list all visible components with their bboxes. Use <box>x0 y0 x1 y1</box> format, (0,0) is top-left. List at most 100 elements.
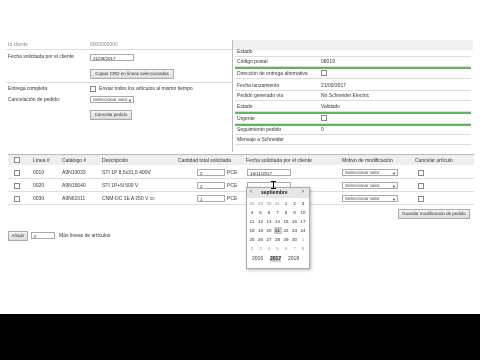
calendar-day[interactable]: 30 <box>291 236 299 243</box>
calendar-day[interactable]: 8 <box>299 245 307 252</box>
calendar-day[interactable]: 3 <box>299 200 307 207</box>
calendar-day[interactable]: 11 <box>248 218 256 225</box>
calendar-day[interactable]: 1 <box>299 236 307 243</box>
calendar-day[interactable]: 22 <box>282 227 290 234</box>
add-lines-button[interactable]: Añadir <box>8 231 28 241</box>
calendar-day[interactable]: 6 <box>265 209 273 216</box>
calendar-day[interactable]: 12 <box>257 218 265 225</box>
column-header: Línea # <box>33 158 50 164</box>
detail-checkbox[interactable] <box>321 70 327 76</box>
detail-label[interactable]: Dirección de entrega alternativa <box>237 71 308 77</box>
calendar-day[interactable]: 20 <box>265 227 273 234</box>
calendar-day[interactable]: 2 <box>291 200 299 207</box>
next-month-icon[interactable]: › <box>302 189 304 195</box>
calendar-day[interactable]: 9 <box>291 209 299 216</box>
calendar-day[interactable]: 21 <box>273 227 282 234</box>
cancel-order-button[interactable]: Cancelar pedido <box>90 110 132 120</box>
cancel-item-checkbox[interactable] <box>418 196 424 202</box>
calendar-day[interactable]: 23 <box>291 227 299 234</box>
date-picker-popup: ‹ septiembre › 28 29 30 31 1 2 3 4 5 6 7 8 9 10 11 12 13… <box>246 187 310 269</box>
panel-top-band <box>233 40 473 50</box>
detail-checkbox[interactable] <box>321 115 327 121</box>
calendar-day[interactable]: 28 <box>274 236 282 243</box>
cancel-item-checkbox[interactable] <box>418 183 424 189</box>
row-select-checkbox[interactable] <box>14 196 20 202</box>
requested-date-field[interactable]: 21/09/2017 <box>90 54 134 61</box>
calendar-day[interactable]: 4 <box>248 209 256 216</box>
unit: PCE <box>227 196 238 202</box>
detail-label[interactable]: Mensaje a Schneider <box>237 137 284 143</box>
calendar-day[interactable]: 14 <box>274 218 282 225</box>
modification-reason-select[interactable]: Seleccionar valor ▼ <box>342 195 398 202</box>
detail-label[interactable]: Código postal <box>237 59 268 65</box>
order-details-panel: Estado Código postal 08019 Dirección de ent… <box>233 40 473 152</box>
calendar-day[interactable]: 19 <box>257 227 265 234</box>
calendar-day[interactable]: 5 <box>274 245 282 252</box>
requested-date-field[interactable]: 16/11/2017 <box>247 169 291 176</box>
calendar-day[interactable]: 30 <box>265 200 273 207</box>
calendar-day[interactable]: 13 <box>265 218 273 225</box>
calendar-day[interactable]: 15 <box>282 218 290 225</box>
quantity-field[interactable]: 1 <box>197 195 225 202</box>
add-lines-count-field[interactable]: 0 <box>31 232 55 239</box>
full-delivery-option-label: Enviar todos los artículos al mismo tiem… <box>99 86 193 92</box>
row-select-checkbox[interactable] <box>14 183 20 189</box>
calendar-day[interactable]: 31 <box>274 200 282 207</box>
calendar-day[interactable]: 10 <box>299 209 307 216</box>
calendar-day[interactable]: 26 <box>257 236 265 243</box>
calendar-day[interactable]: 18 <box>248 227 256 234</box>
quantity-field[interactable]: 2 <box>197 182 225 189</box>
detail-label[interactable]: Estado <box>237 104 253 110</box>
calendar-year[interactable]: 2018 <box>288 256 299 262</box>
calendar-day[interactable]: 25 <box>248 236 256 243</box>
detail-divider <box>235 100 471 101</box>
row-select-checkbox[interactable] <box>14 170 20 176</box>
detail-divider <box>235 144 471 145</box>
detail-label[interactable]: Urgente <box>237 116 255 122</box>
detail-label[interactable]: Fecha lanzamiento <box>237 83 279 89</box>
calendar-day[interactable]: 1 <box>282 200 290 207</box>
cut-off-label: Id cliente <box>8 42 29 48</box>
calendar-day[interactable]: 6 <box>282 245 290 252</box>
prev-month-icon[interactable]: ‹ <box>250 189 252 195</box>
calendar-year[interactable]: 2016 <box>252 256 263 262</box>
modification-reason-select[interactable]: Seleccionar valor ▼ <box>342 169 398 176</box>
calendar-day[interactable]: 16 <box>291 218 299 225</box>
column-header: Motivo de modificación <box>342 158 393 164</box>
cancel-item-checkbox[interactable] <box>418 170 424 176</box>
calendar-day[interactable]: 5 <box>257 209 265 216</box>
full-delivery-checkbox[interactable] <box>90 86 96 92</box>
calendar-day[interactable]: 8 <box>282 209 290 216</box>
table-row-divider <box>8 204 474 205</box>
calendar-day[interactable]: 2 <box>248 245 256 252</box>
column-header: Fecha solicitada por el cliente <box>246 158 312 164</box>
calendar-day[interactable]: 29 <box>257 200 265 207</box>
modification-reason-select[interactable]: Seleccionar valor ▼ <box>342 182 398 189</box>
save-order-changes-button[interactable]: Guardar modificación de pedido <box>398 209 470 219</box>
add-lines-label: Más líneas de artículos <box>59 233 111 239</box>
calendar-day[interactable]: 29 <box>282 236 290 243</box>
detail-label[interactable]: Seguimiento pedido <box>237 127 281 133</box>
column-header: Cantidad total solicitada <box>178 158 232 164</box>
calendar-year[interactable]: 2017 <box>270 256 282 262</box>
order-cancel-select[interactable]: Seleccionar valor ▼ <box>90 96 134 103</box>
calendar-day[interactable]: 3 <box>257 245 265 252</box>
calendar-day[interactable]: 7 <box>291 245 299 252</box>
calendar-day[interactable]: 28 <box>248 200 256 207</box>
column-header: Descripción <box>102 158 129 164</box>
text-cursor-icon-bottom <box>271 188 276 189</box>
calendar-month-label[interactable]: septiembre <box>261 190 288 196</box>
calendar-day[interactable]: 24 <box>299 227 307 234</box>
cut-off-value: 0000000000 <box>90 42 118 48</box>
quantity-field[interactable]: 2 <box>197 169 225 176</box>
calendar-day[interactable]: 17 <box>299 218 307 225</box>
select-all-checkbox[interactable] <box>14 157 20 163</box>
calendar-day[interactable]: 4 <box>265 245 273 252</box>
calendar-day[interactable]: 7 <box>274 209 282 216</box>
copy-date-button[interactable]: Copiar CRD en líneas seleccionadas <box>90 69 174 79</box>
text-cursor-icon-top <box>271 181 276 182</box>
calendar-day[interactable]: 27 <box>265 236 273 243</box>
detail-label[interactable]: Pedido generado vía <box>237 93 283 99</box>
catalog-number: A9N61511 <box>62 196 86 202</box>
detail-label[interactable]: Estado <box>237 49 253 55</box>
